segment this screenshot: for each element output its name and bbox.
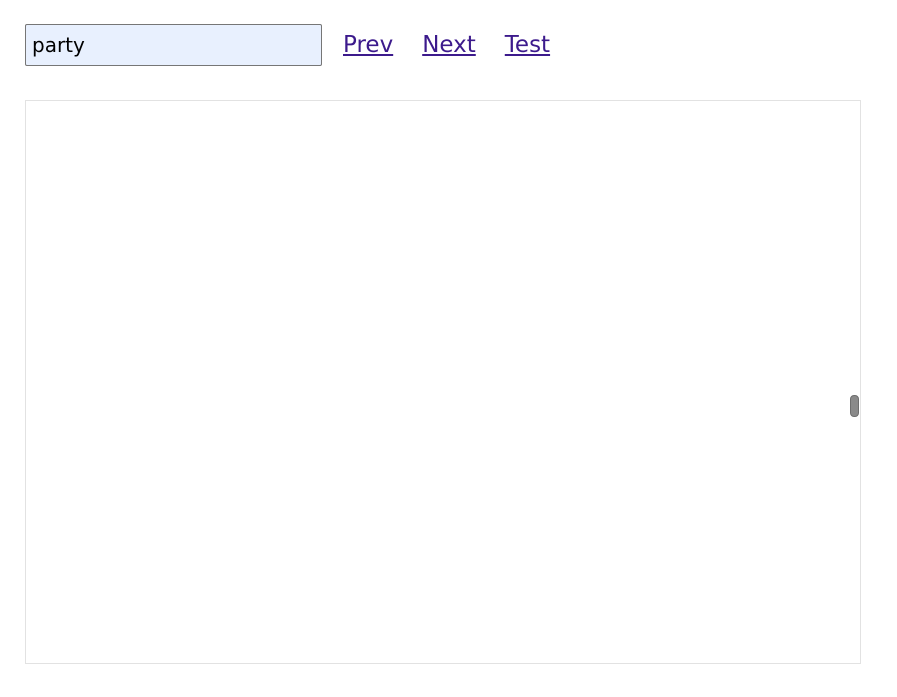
prev-link[interactable]: Prev [343, 32, 393, 58]
scrollbar-thumb[interactable] [850, 395, 859, 417]
content-frame [25, 100, 861, 664]
search-input[interactable] [25, 24, 322, 66]
test-link[interactable]: Test [505, 32, 550, 58]
next-link[interactable]: Next [422, 32, 476, 58]
toolbar: Prev Next Test [25, 24, 550, 66]
